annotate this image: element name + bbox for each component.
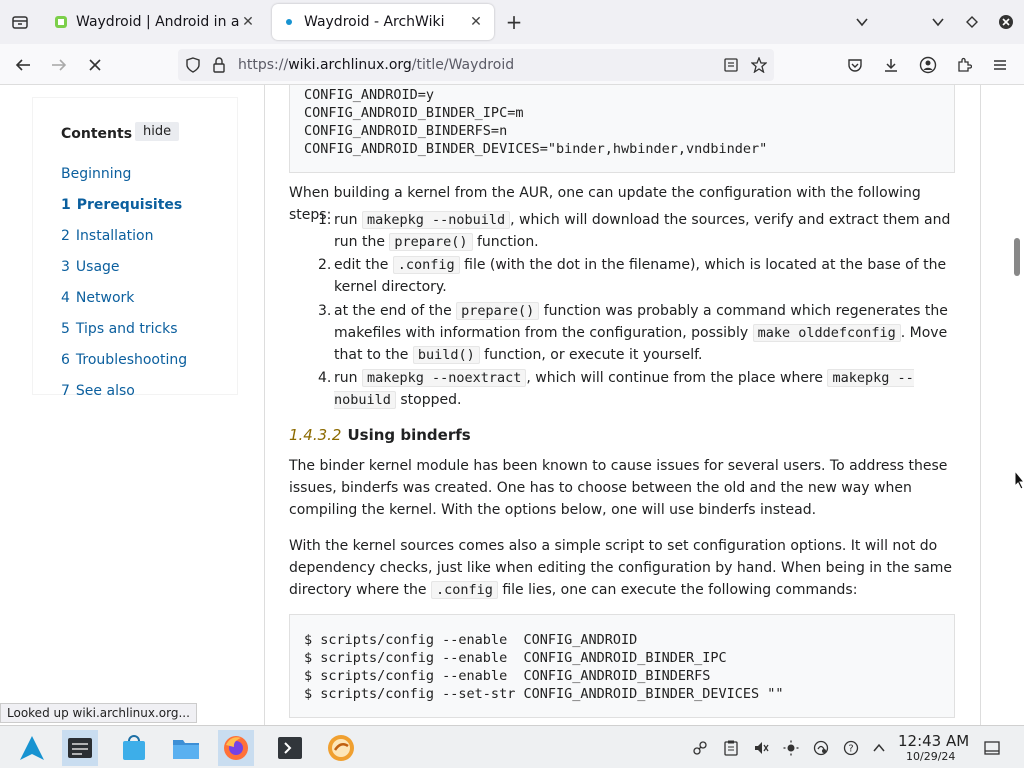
menu-icon[interactable] xyxy=(987,52,1013,78)
network-icon[interactable] xyxy=(811,738,831,758)
toc-item-beginning[interactable]: Beginning xyxy=(61,166,131,182)
toc-item-installation[interactable]: 2 Installation xyxy=(61,228,153,244)
code-block-kernel-config[interactable]: CONFIG_ANDROID=y CONFIG_ANDROID_BINDER_I… xyxy=(289,85,955,173)
content-border-left xyxy=(264,85,265,725)
clipboard-icon[interactable] xyxy=(721,738,741,758)
close-tab-icon[interactable]: ✕ xyxy=(240,14,256,30)
tab-list-icon[interactable] xyxy=(8,10,32,34)
list-item: 4. run makepkg --noextract, which will c… xyxy=(318,369,914,409)
clock-date[interactable]: 10/29/24 xyxy=(906,750,955,763)
code-block-scripts-config[interactable]: $ scripts/config --enable CONFIG_ANDROID… xyxy=(289,614,955,718)
taskbar: ? 12:43 AM 10/29/24 xyxy=(0,725,1024,768)
firefox-icon[interactable] xyxy=(218,730,254,766)
toc-item-tips-and-tricks[interactable]: 5 Tips and tricks xyxy=(61,321,178,337)
help-icon[interactable]: ? xyxy=(841,738,861,758)
url-text: https://wiki.archlinux.org/title/Waydroi… xyxy=(238,57,515,73)
tracking-protection-icon[interactable] xyxy=(184,56,202,74)
brightness-icon[interactable] xyxy=(781,738,801,758)
address-bar[interactable]: https://wiki.archlinux.org/title/Waydroi… xyxy=(178,49,774,81)
extensions-icon[interactable] xyxy=(951,52,977,78)
show-desktop-icon[interactable] xyxy=(982,738,1002,758)
paragraph-binderfs-intro: The binder kernel module has been known … xyxy=(289,458,948,518)
tab-archwiki[interactable]: Waydroid - ArchWiki ✕ xyxy=(272,4,494,40)
list-item: 1. run makepkg --nobuild, which will dow… xyxy=(318,211,951,251)
arch-launcher-icon[interactable] xyxy=(14,730,50,766)
waydroid-favicon-icon xyxy=(55,16,67,28)
toc-hide-button[interactable]: hide xyxy=(135,122,180,141)
list-item: 3. at the end of the prepare() function … xyxy=(318,302,948,364)
volume-muted-icon[interactable] xyxy=(751,738,771,758)
tab-title: Waydroid - ArchWiki xyxy=(304,14,445,30)
navigation-bar: https://wiki.archlinux.org/title/Waydroi… xyxy=(0,44,1024,85)
tab-waydroid-site[interactable]: Waydroid | Android in a Li ✕ xyxy=(44,4,266,40)
close-tab-icon[interactable]: ✕ xyxy=(468,14,484,30)
terminal-icon[interactable] xyxy=(272,730,308,766)
chevron-up-icon[interactable] xyxy=(869,738,889,758)
system-settings-icon[interactable] xyxy=(62,730,98,766)
forward-button[interactable] xyxy=(46,52,72,78)
archwiki-favicon-icon xyxy=(286,19,292,25)
kde-connect-icon[interactable] xyxy=(690,738,710,758)
discover-store-icon[interactable] xyxy=(116,730,152,766)
pocket-icon[interactable] xyxy=(842,52,868,78)
account-icon[interactable] xyxy=(915,52,941,78)
toc-item-see-also[interactable]: 7 See also xyxy=(61,383,135,399)
bookmark-star-icon[interactable] xyxy=(750,56,768,74)
scrollbar[interactable] xyxy=(1012,85,1024,725)
toc-title: Contents xyxy=(61,126,133,142)
table-of-contents: Contents hide Beginning 1 Prerequisites 2… xyxy=(32,97,238,399)
toc-item-network[interactable]: 4 Network xyxy=(61,290,134,306)
stop-loading-button[interactable] xyxy=(82,52,108,78)
list-all-tabs-icon[interactable] xyxy=(850,10,874,34)
waydroid-app-icon[interactable] xyxy=(323,730,359,766)
section-heading-using-binderfs: 1.4.3.2 Using binderfs xyxy=(289,426,471,444)
close-window-icon[interactable] xyxy=(994,10,1018,34)
mouse-cursor-icon xyxy=(1014,470,1024,490)
paragraph-script-config: With the kernel sources comes also a sim… xyxy=(289,538,953,599)
status-bar: Looked up wiki.archlinux.org... xyxy=(0,703,197,723)
clock-time[interactable]: 12:43 AM xyxy=(898,732,969,750)
tab-bar: Waydroid | Android in a Li ✕ Waydroid - … xyxy=(0,0,1024,44)
toc-item-usage[interactable]: 3 Usage xyxy=(61,259,120,275)
page-content: Contents hide Beginning 1 Prerequisites 2… xyxy=(0,85,1012,725)
svg-text:?: ? xyxy=(848,744,853,755)
content-border-right xyxy=(980,85,981,725)
reader-view-icon[interactable] xyxy=(722,56,740,74)
lock-icon[interactable] xyxy=(210,56,228,74)
downloads-icon[interactable] xyxy=(878,52,904,78)
toc-item-troubleshooting[interactable]: 6 Troubleshooting xyxy=(61,352,187,368)
scrollbar-thumb[interactable] xyxy=(1014,238,1020,276)
minimize-window-icon[interactable] xyxy=(960,10,984,34)
file-manager-icon[interactable] xyxy=(168,730,204,766)
tab-title: Waydroid | Android in a Li xyxy=(76,14,240,30)
toc-item-prerequisites[interactable]: 1 Prerequisites xyxy=(61,197,182,213)
section-number: 1.4.3.2 xyxy=(289,426,342,444)
chevron-down-icon[interactable] xyxy=(926,10,950,34)
list-item: 2. edit the .config file (with the dot i… xyxy=(318,256,947,295)
back-button[interactable] xyxy=(10,52,36,78)
section-title: Using binderfs xyxy=(347,426,471,444)
new-tab-button[interactable]: + xyxy=(502,10,526,34)
